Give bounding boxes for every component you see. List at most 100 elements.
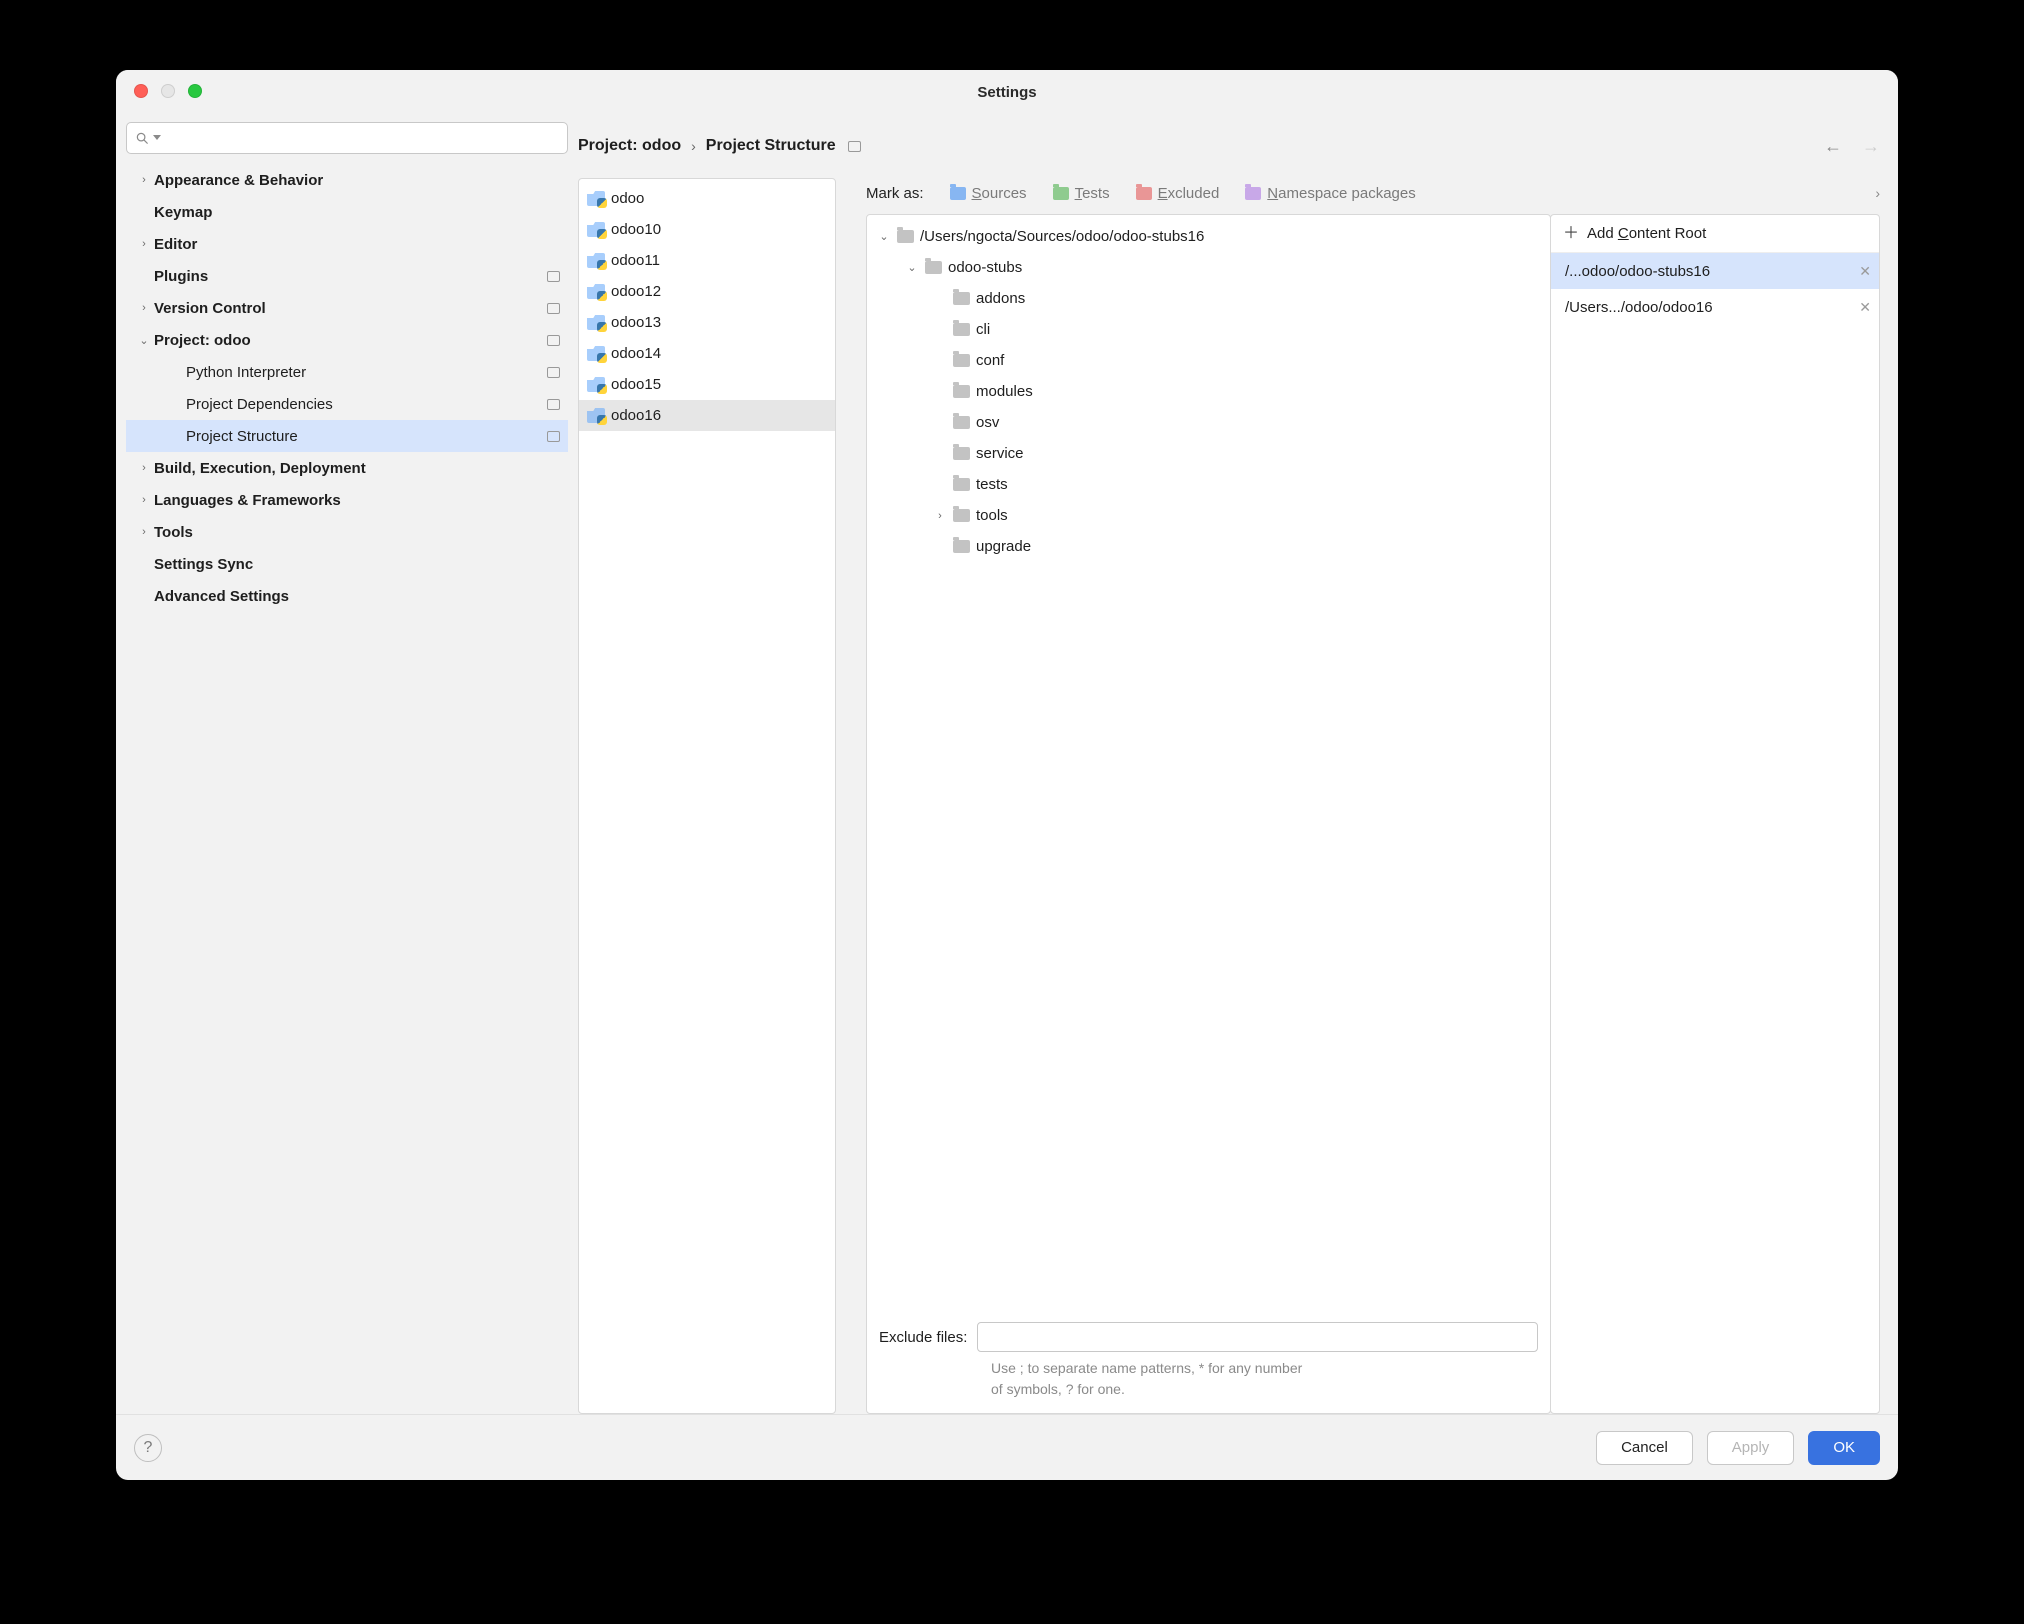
dir-tools[interactable]: ›tools: [867, 500, 1550, 531]
module-label: odoo11: [611, 252, 660, 269]
dir-odoo-stubs[interactable]: ⌄odoo-stubs: [867, 252, 1550, 283]
folder-icon: [897, 230, 914, 243]
settings-tree: ›Appearance & BehaviorKeymap›EditorPlugi…: [126, 164, 568, 612]
sidebar-item-version-control[interactable]: ›Version Control: [126, 292, 568, 324]
sidebar-item-languages-frameworks[interactable]: ›Languages & Frameworks: [126, 484, 568, 516]
dir-label: /Users/ngocta/Sources/odoo/odoo-stubs16: [920, 228, 1204, 245]
sidebar-item-keymap[interactable]: Keymap: [126, 196, 568, 228]
chevron-down-icon[interactable]: ⌄: [877, 230, 891, 243]
content-root-item[interactable]: /...odoo/odoo-stubs16 ✕: [1551, 253, 1879, 289]
chevron-right-icon[interactable]: ›: [933, 510, 947, 522]
dir-cli[interactable]: cli: [867, 314, 1550, 345]
python-folder-icon: [587, 377, 605, 392]
dir-label: modules: [976, 383, 1033, 400]
mark-more-button[interactable]: ›: [1875, 185, 1880, 201]
sidebar-item-build-execution-deployment[interactable]: ›Build, Execution, Deployment: [126, 452, 568, 484]
project-scope-icon: [547, 303, 560, 314]
remove-content-root-button[interactable]: ✕: [1859, 299, 1871, 316]
exclude-files-input[interactable]: [977, 1322, 1538, 1352]
mark-tests-button[interactable]: Tests: [1053, 185, 1110, 202]
content-root-path: /...odoo/odoo-stubs16: [1565, 263, 1710, 280]
sidebar-item-advanced-settings[interactable]: Advanced Settings: [126, 580, 568, 612]
module-label: odoo13: [611, 314, 661, 331]
sidebar-item-label: Advanced Settings: [154, 588, 289, 605]
project-scope-icon: [848, 141, 861, 152]
sidebar-item-settings-sync[interactable]: Settings Sync: [126, 548, 568, 580]
mark-sources-button[interactable]: Sources: [950, 185, 1027, 202]
module-item-odoo10[interactable]: odoo10: [579, 214, 835, 245]
nav-back-button[interactable]: ←: [1824, 136, 1842, 157]
sidebar-item-editor[interactable]: ›Editor: [126, 228, 568, 260]
mark-excluded-button[interactable]: Excluded: [1136, 185, 1220, 202]
project-scope-icon: [547, 399, 560, 410]
module-item-odoo13[interactable]: odoo13: [579, 307, 835, 338]
folder-icon: [953, 447, 970, 460]
folder-icon: [953, 478, 970, 491]
dir-label: conf: [976, 352, 1004, 369]
folder-icon: [925, 261, 942, 274]
python-folder-icon: [587, 284, 605, 299]
help-button[interactable]: ?: [134, 1434, 162, 1462]
folder-tests-icon: [1053, 187, 1069, 200]
dir-upgrade[interactable]: upgrade: [867, 531, 1550, 562]
sidebar-item-label: Project: odoo: [154, 332, 251, 349]
dir-conf[interactable]: conf: [867, 345, 1550, 376]
module-label: odoo16: [611, 407, 661, 424]
titlebar: Settings: [116, 70, 1898, 114]
mark-namespace-button[interactable]: Namespace packages: [1245, 185, 1415, 202]
module-item-odoo16[interactable]: odoo16: [579, 400, 835, 431]
python-folder-icon: [587, 222, 605, 237]
chevron-down-icon: ⌄: [134, 334, 154, 347]
sidebar-item-python-interpreter[interactable]: Python Interpreter: [126, 356, 568, 388]
chevron-right-icon: ›: [134, 174, 154, 186]
python-folder-icon: [587, 315, 605, 330]
python-folder-icon: [587, 346, 605, 361]
sidebar-item-appearance-behavior[interactable]: ›Appearance & Behavior: [126, 164, 568, 196]
content-root-item[interactable]: /Users.../odoo/odoo16✕: [1551, 289, 1879, 325]
module-item-odoo14[interactable]: odoo14: [579, 338, 835, 369]
search-input[interactable]: [165, 130, 559, 146]
search-dropdown-icon[interactable]: [153, 135, 161, 141]
dir-modules[interactable]: modules: [867, 376, 1550, 407]
sidebar-item-tools[interactable]: ›Tools: [126, 516, 568, 548]
cancel-button[interactable]: Cancel: [1596, 1431, 1693, 1465]
dir-tests[interactable]: tests: [867, 469, 1550, 500]
chevron-right-icon: ›: [134, 526, 154, 538]
dir-root[interactable]: ⌄ /Users/ngocta/Sources/odoo/odoo-stubs16: [867, 221, 1550, 252]
module-item-odoo11[interactable]: odoo11: [579, 245, 835, 276]
sidebar-item-project-dependencies[interactable]: Project Dependencies: [126, 388, 568, 420]
nav-forward-button[interactable]: →: [1862, 136, 1880, 157]
dir-osv[interactable]: osv: [867, 407, 1550, 438]
chevron-down-icon[interactable]: ⌄: [905, 261, 919, 274]
folder-icon: [953, 540, 970, 553]
sidebar-item-project-odoo[interactable]: ⌄Project: odoo: [126, 324, 568, 356]
ok-button[interactable]: OK: [1808, 1431, 1880, 1465]
settings-search[interactable]: [126, 122, 568, 154]
module-item-odoo15[interactable]: odoo15: [579, 369, 835, 400]
chevron-right-icon: ›: [134, 494, 154, 506]
folder-icon: [953, 323, 970, 336]
sidebar-item-plugins[interactable]: Plugins: [126, 260, 568, 292]
add-content-root-button[interactable]: ＋ Add Content Root: [1551, 215, 1879, 253]
window-title: Settings: [116, 84, 1898, 101]
module-label: odoo10: [611, 221, 661, 238]
sidebar-item-label: Python Interpreter: [186, 364, 306, 381]
folder-namespace-icon: [1245, 187, 1261, 200]
mark-as-toolbar: Mark as: Sources Tests Excluded: [866, 178, 1880, 208]
sidebar-item-label: Version Control: [154, 300, 266, 317]
module-item-odoo12[interactable]: odoo12: [579, 276, 835, 307]
chevron-right-icon: ›: [134, 238, 154, 250]
dir-service[interactable]: service: [867, 438, 1550, 469]
sidebar-item-project-structure[interactable]: Project Structure: [126, 420, 568, 452]
sidebar-item-label: Project Structure: [186, 428, 298, 445]
folder-sources-icon: [950, 187, 966, 200]
module-item-odoo[interactable]: odoo: [579, 183, 835, 214]
dir-addons[interactable]: addons: [867, 283, 1550, 314]
project-scope-icon: [547, 431, 560, 442]
exclude-block: Exclude files: Use ; to separate name pa…: [867, 1312, 1550, 1413]
remove-content-root-button[interactable]: ✕: [1859, 263, 1871, 280]
python-folder-icon: [587, 408, 605, 423]
sidebar-item-label: Editor: [154, 236, 197, 253]
apply-button[interactable]: Apply: [1707, 1431, 1795, 1465]
search-icon: [135, 131, 149, 145]
